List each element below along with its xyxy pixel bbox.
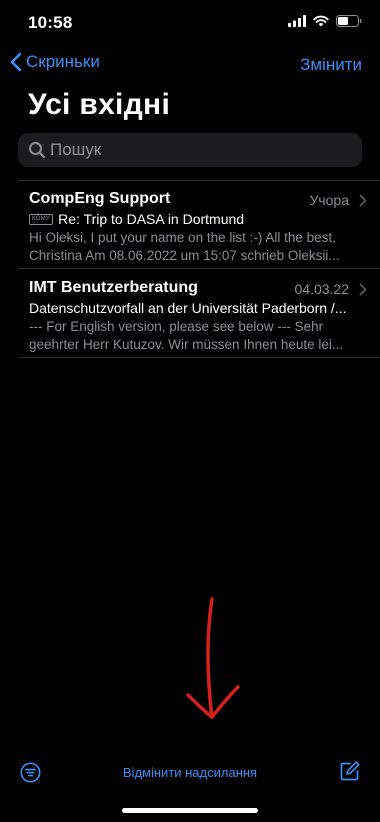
mail-sender: IMT Benutzerberatung <box>29 279 198 296</box>
search-input[interactable] <box>50 140 350 160</box>
mail-preview-line: geehrter Herr Kutuzov. Wir müssen Ihnen … <box>29 337 344 352</box>
mail-item[interactable]: CompEng Support Учора КОМУ Re: Trip to D… <box>0 190 380 263</box>
mail-preview: Hi Oleksi, I put your name on the list :… <box>29 229 362 265</box>
compose-icon <box>340 761 360 781</box>
navigation-bar: Скриньки Змінити <box>0 50 380 80</box>
bottom-toolbar: Відмінити надсилання <box>0 755 380 789</box>
wifi-icon <box>313 15 329 27</box>
divider <box>18 268 380 269</box>
mail-preview-line: --- For English version, please see belo… <box>29 319 324 334</box>
edit-button[interactable]: Змінити <box>300 55 362 75</box>
compose-button[interactable] <box>339 760 361 787</box>
chevron-right-icon <box>359 194 367 207</box>
home-indicator[interactable] <box>122 808 258 813</box>
battery-icon <box>336 15 362 27</box>
search-bar[interactable] <box>18 133 362 167</box>
search-icon <box>29 142 46 159</box>
cellular-signal-icon <box>288 15 306 27</box>
back-button-label: Скриньки <box>26 52 100 71</box>
chevron-right-icon <box>359 283 367 296</box>
page-title: Усі вхідні <box>28 88 171 121</box>
mail-preview-line: Hi Oleksi, I put your name on the list :… <box>29 230 336 245</box>
mail-item[interactable]: IMT Benutzerberatung 04.03.22 Datenschut… <box>0 279 380 352</box>
divider <box>18 180 380 181</box>
mail-preview: --- For English version, please see belo… <box>29 318 362 354</box>
mail-date: Учора <box>309 192 349 208</box>
red-arrow-annotation <box>186 597 240 719</box>
mail-subject: Re: Trip to DASA in Dortmund <box>58 211 245 227</box>
chevron-left-icon <box>10 52 22 72</box>
mail-subject: Datenschutzvorfall an der Universität Pa… <box>29 300 347 316</box>
divider <box>18 357 380 358</box>
to-recipient-badge: КОМУ <box>29 213 54 225</box>
mail-subject-row: КОМУ Re: Trip to DASA in Dortmund <box>29 211 362 227</box>
mail-sender: CompEng Support <box>29 190 171 207</box>
back-to-mailboxes-button[interactable]: Скриньки <box>10 52 100 72</box>
status-time: 10:58 <box>28 13 73 32</box>
undo-send-button[interactable]: Відмінити надсилання <box>0 765 380 780</box>
status-icons <box>288 15 362 27</box>
status-bar: 10:58 <box>0 0 380 46</box>
mail-date: 04.03.22 <box>294 281 350 297</box>
mail-preview-line: Christina Am 08.06.2022 um 15:07 schrieb… <box>29 248 340 263</box>
mail-subject-row: Datenschutzvorfall an der Universität Pa… <box>29 300 362 316</box>
